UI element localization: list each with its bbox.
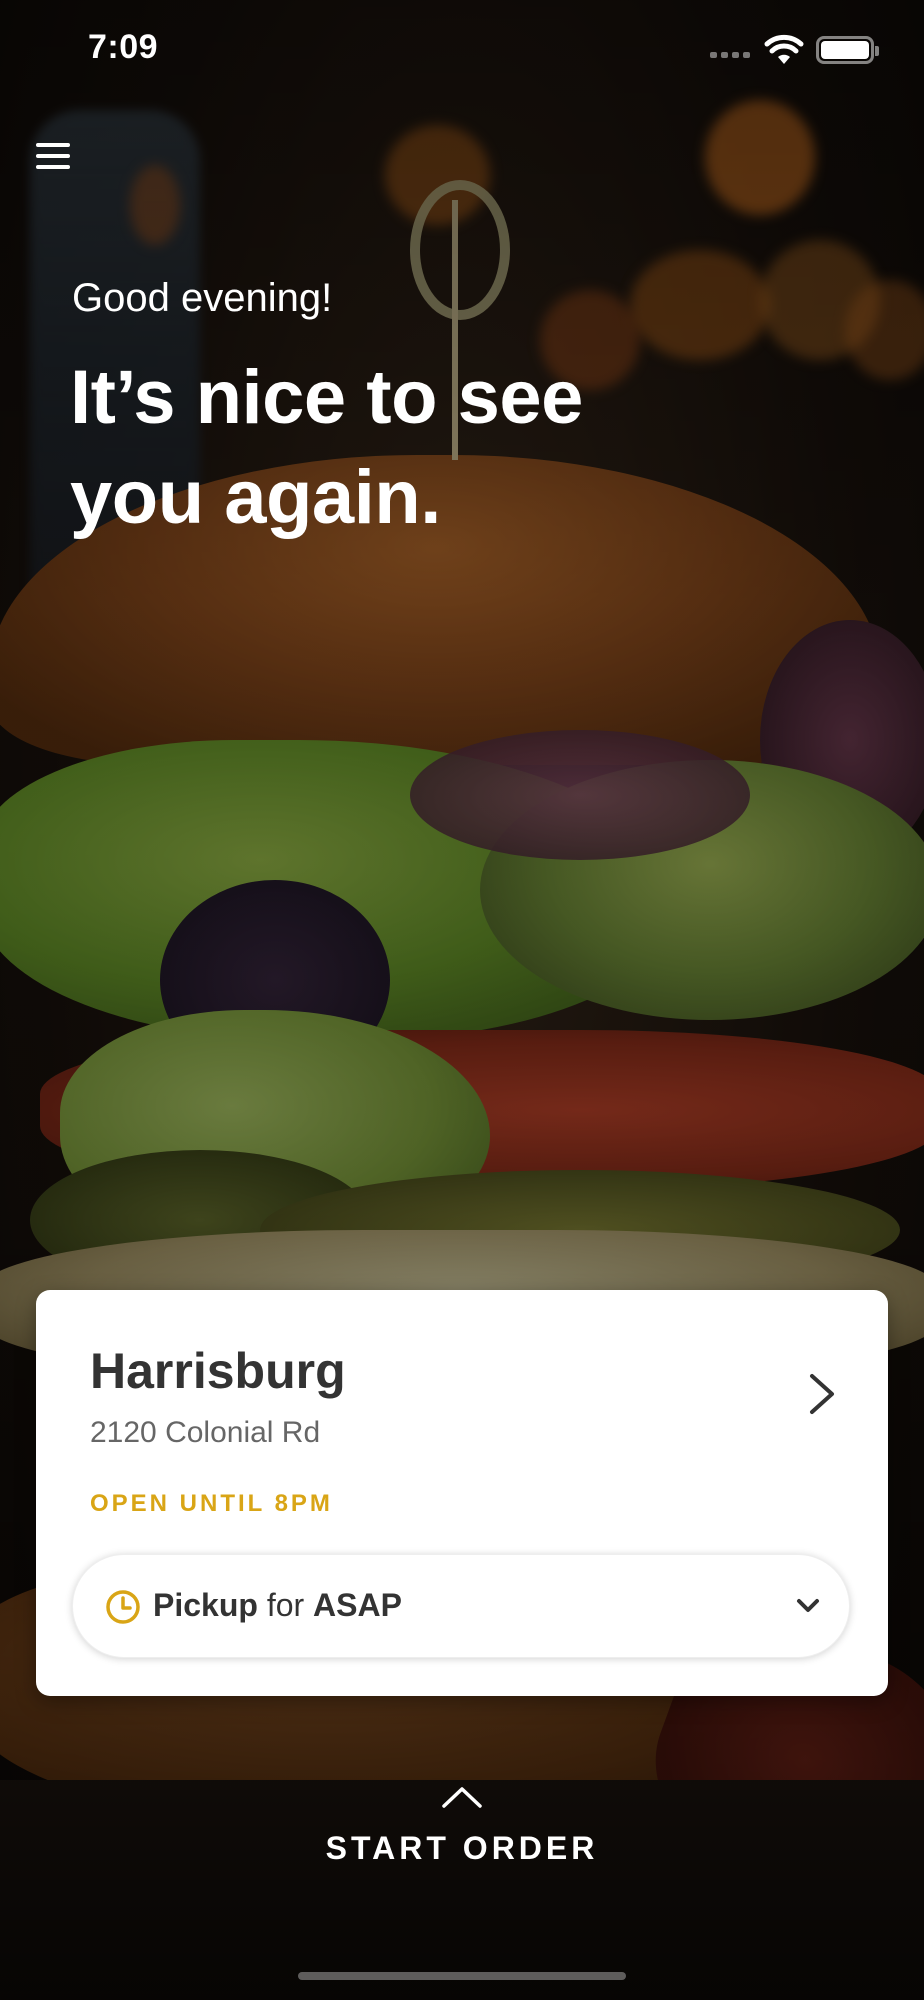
status-time: 7:09 <box>88 28 159 66</box>
pickup-time: ASAP <box>313 1587 402 1623</box>
location-address: 2120 Colonial Rd <box>90 1416 321 1449</box>
battery-icon <box>816 36 879 64</box>
chevron-up-icon[interactable] <box>440 1784 484 1810</box>
chevron-down-icon[interactable] <box>793 1591 823 1621</box>
home-indicator[interactable] <box>298 1972 626 1980</box>
greeting-salutation: Good evening! <box>72 276 333 320</box>
signal-icon <box>710 52 750 58</box>
start-order-button[interactable]: START ORDER <box>0 1830 924 1867</box>
pickup-connector: for <box>266 1587 305 1623</box>
clock-icon <box>106 1590 140 1624</box>
pickup-time-selector[interactable]: Pickup for ASAP <box>72 1554 850 1658</box>
hamburger-menu-icon[interactable] <box>34 140 74 176</box>
pickup-label: Pickup for ASAP <box>153 1587 402 1624</box>
greeting-headline: It’s nice to see you again. <box>70 355 583 540</box>
location-name: Harrisburg <box>90 1343 346 1399</box>
chevron-right-icon[interactable] <box>804 1370 840 1418</box>
pickup-mode: Pickup <box>153 1587 258 1623</box>
location-card[interactable]: Harrisburg 2120 Colonial Rd OPEN UNTIL 8… <box>36 1290 888 1696</box>
location-hours: OPEN UNTIL 8PM <box>90 1490 333 1517</box>
wifi-icon <box>764 34 804 64</box>
